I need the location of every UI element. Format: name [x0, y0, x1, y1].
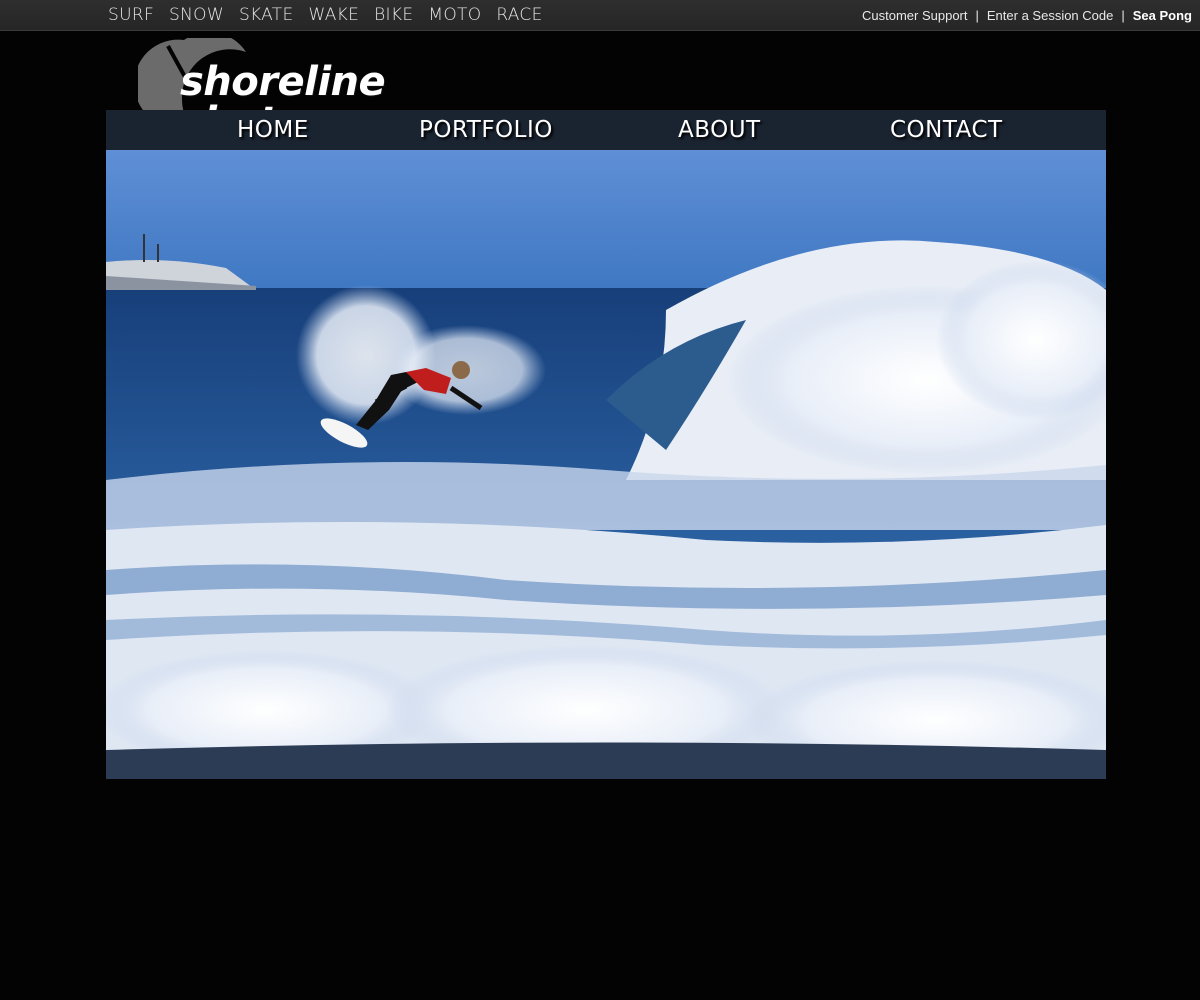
nav-contact[interactable]: CONTACT — [890, 110, 1003, 150]
sport-link-skate[interactable]: SKATE — [239, 5, 294, 25]
sport-link-wake[interactable]: WAKE — [309, 5, 360, 25]
separator: | — [1121, 7, 1125, 23]
nav-home[interactable]: HOME — [237, 110, 309, 150]
sport-link-bike[interactable]: BIKE — [374, 5, 413, 25]
top-bar: SURF SNOW SKATE WAKE BIKE MOTO RACE Cust… — [0, 0, 1200, 31]
sport-link-moto[interactable]: MOTO — [428, 5, 481, 25]
hero-photo — [106, 150, 1106, 779]
customer-support-link[interactable]: Customer Support — [862, 8, 968, 23]
user-account-link[interactable]: Sea Pong — [1133, 8, 1192, 23]
sport-link-snow[interactable]: SNOW — [169, 5, 224, 25]
nav-portfolio[interactable]: PORTFOLIO — [419, 110, 553, 150]
session-code-link[interactable]: Enter a Session Code — [987, 8, 1113, 23]
separator: | — [975, 7, 979, 23]
sport-link-race[interactable]: RACE — [496, 5, 542, 25]
nav-about[interactable]: ABOUT — [678, 110, 761, 150]
utility-nav: Customer Support | Enter a Session Code … — [862, 0, 1192, 30]
sport-link-surf[interactable]: SURF — [108, 5, 154, 25]
sport-nav: SURF SNOW SKATE WAKE BIKE MOTO RACE — [108, 0, 558, 30]
surfer-wave-image — [106, 150, 1106, 779]
main-nav: HOME PORTFOLIO ABOUT CONTACT — [106, 110, 1106, 150]
